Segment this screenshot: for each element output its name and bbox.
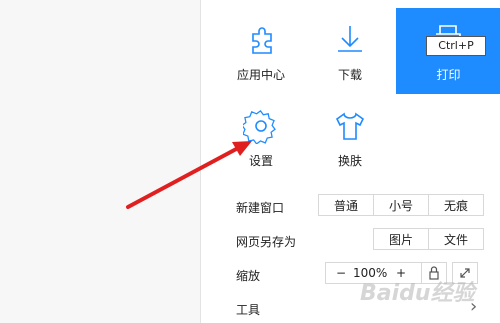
annotation-arrow (126, 141, 252, 209)
